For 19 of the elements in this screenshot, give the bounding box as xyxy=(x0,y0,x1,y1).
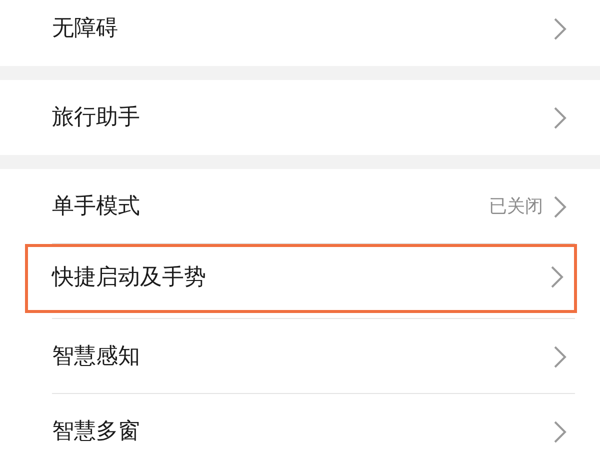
chevron-right-icon xyxy=(553,106,567,130)
settings-row[interactable]: 智慧感知 xyxy=(25,319,577,394)
settings-row[interactable]: 快捷启动及手势 xyxy=(25,244,577,313)
row-value: 已关闭 xyxy=(489,195,543,219)
chevron-right-icon xyxy=(550,265,564,289)
row-label: 旅行助手 xyxy=(52,104,141,132)
row-label: 智慧感知 xyxy=(52,343,141,371)
row-label: 无障碍 xyxy=(52,15,119,43)
chevron-right-icon xyxy=(553,344,567,368)
row-label: 单手模式 xyxy=(52,193,141,221)
row-label: 快捷启动及手势 xyxy=(52,264,207,292)
chevron-right-icon xyxy=(553,194,567,218)
chevron-right-icon xyxy=(553,16,567,40)
settings-row[interactable]: 旅行助手 xyxy=(25,80,577,155)
chevron-right-icon xyxy=(553,420,567,444)
settings-row[interactable]: 单手模式 已关闭 xyxy=(25,169,577,244)
settings-row[interactable]: 智慧多窗 xyxy=(25,394,577,460)
row-label: 智慧多窗 xyxy=(52,418,141,446)
settings-row[interactable]: 无障碍 xyxy=(25,0,577,66)
